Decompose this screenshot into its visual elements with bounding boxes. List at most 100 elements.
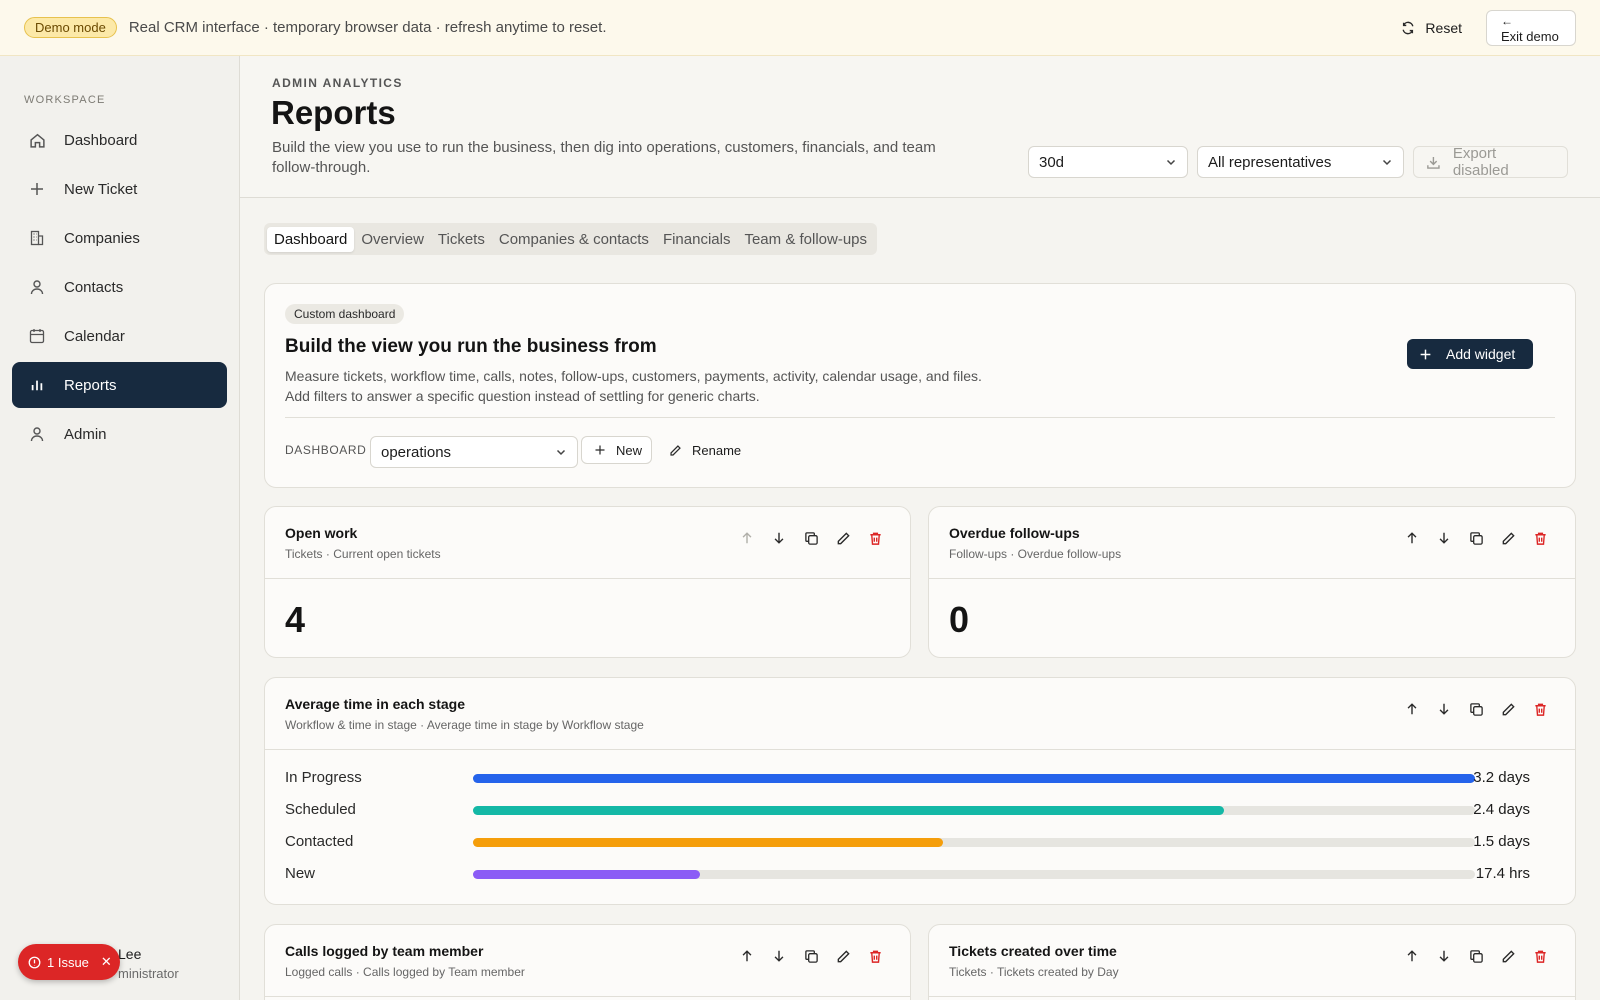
sidebar-item-contacts[interactable]: Contacts — [12, 264, 227, 310]
pencil-icon[interactable] — [834, 529, 852, 547]
bar-label: New — [285, 865, 316, 882]
trash-icon[interactable] — [1531, 700, 1549, 718]
representative-value: All representatives — [1208, 153, 1332, 171]
bar-row: In Progress 3.2 days — [285, 768, 1530, 788]
description-line: Add filters to answer a specific questio… — [285, 388, 760, 404]
arrow-down-icon[interactable] — [770, 947, 788, 965]
custom-dashboard-card: Custom dashboard Build the view you run … — [264, 283, 1576, 488]
trash-icon[interactable] — [1531, 529, 1549, 547]
bar-chart-icon — [28, 376, 46, 394]
tab-financials[interactable]: Financials — [656, 227, 738, 252]
arrow-up-icon[interactable] — [1403, 947, 1421, 965]
widget-subtitle: Workflow & time in stage · Average time … — [285, 718, 644, 732]
arrow-up-icon[interactable] — [738, 947, 756, 965]
widget-average-time-in-stage: Average time in each stage Workflow & ti… — [264, 677, 1576, 905]
tab-dashboard[interactable]: Dashboard — [267, 226, 355, 252]
alert-circle-icon — [28, 956, 41, 968]
divider — [285, 417, 1555, 418]
sidebar-item-dashboard[interactable]: Dashboard — [12, 117, 227, 163]
trash-icon[interactable] — [866, 529, 884, 547]
sidebar-item-reports[interactable]: Reports — [12, 362, 227, 408]
open-work-value: 4 — [285, 599, 306, 640]
copy-icon[interactable] — [802, 529, 820, 547]
arrow-down-icon[interactable] — [1435, 700, 1453, 718]
exit-demo-button[interactable]: ← Exit demo — [1486, 9, 1576, 46]
plus-icon — [595, 445, 605, 455]
widget-divider — [265, 749, 1575, 750]
tab-tickets[interactable]: Tickets — [431, 227, 492, 252]
sidebar-item-label: New Ticket — [64, 180, 138, 198]
tab-overview[interactable]: Overview — [354, 227, 431, 252]
bar-row: New 17.4 hrs — [285, 864, 1530, 884]
widget-actions — [1403, 700, 1549, 718]
arrow-up-icon[interactable] — [1403, 700, 1421, 718]
bar-fill — [473, 870, 700, 879]
dashboard-select[interactable]: operations — [370, 436, 578, 468]
arrow-down-icon[interactable] — [770, 529, 788, 547]
plus-icon — [28, 180, 46, 198]
dashboard-select-value: operations — [381, 443, 452, 461]
bar-label: Scheduled — [285, 801, 356, 818]
close-icon[interactable]: ✕ — [101, 954, 112, 970]
trash-icon[interactable] — [1531, 947, 1549, 965]
export-button[interactable]: Export disabled — [1413, 145, 1568, 179]
user-role: ministrator — [118, 966, 179, 981]
trash-icon[interactable] — [866, 947, 884, 965]
chevron-down-icon — [1382, 159, 1392, 166]
bar-value: 17.4 hrs — [1475, 865, 1530, 882]
sidebar-item-label: Calendar — [64, 327, 125, 345]
copy-icon[interactable] — [1467, 700, 1485, 718]
pencil-icon[interactable] — [1499, 529, 1517, 547]
sidebar-heading: WORKSPACE — [24, 94, 106, 106]
widget-title: Tickets created over time — [949, 943, 1117, 959]
reset-label: Reset — [1425, 19, 1462, 36]
new-dashboard-button[interactable]: New — [581, 436, 652, 464]
copy-icon[interactable] — [1467, 947, 1485, 965]
sidebar-item-new-ticket[interactable]: New Ticket — [12, 166, 227, 212]
bar-fill — [473, 806, 1224, 815]
page-header: ADMIN ANALYTICS Reports Build the view y… — [240, 56, 1600, 198]
arrow-up-icon[interactable] — [738, 529, 756, 547]
bar-track — [473, 806, 1475, 815]
person-icon — [28, 425, 46, 443]
sidebar-item-label: Admin — [64, 425, 107, 443]
page-eyebrow: ADMIN ANALYTICS — [272, 76, 403, 90]
tab-team-follow-ups[interactable]: Team & follow-ups — [737, 227, 874, 252]
widget-subtitle: Tickets · Tickets created by Day — [949, 965, 1119, 979]
pencil-icon[interactable] — [1499, 700, 1517, 718]
export-label: Export disabled — [1452, 145, 1509, 179]
rename-dashboard-label: Rename — [692, 442, 742, 458]
building-icon — [28, 229, 46, 247]
pencil-icon[interactable] — [1499, 947, 1517, 965]
copy-icon[interactable] — [802, 947, 820, 965]
pencil-icon[interactable] — [834, 947, 852, 965]
reset-button[interactable]: Reset — [1391, 14, 1472, 42]
exit-demo-label: Exit demo — [1501, 28, 1559, 44]
bar-row: Contacted 1.5 days — [285, 832, 1530, 852]
widget-divider — [929, 578, 1575, 579]
copy-icon[interactable] — [1467, 529, 1485, 547]
arrow-down-icon[interactable] — [1435, 529, 1453, 547]
sidebar-item-label: Reports — [64, 376, 117, 394]
widget-subtitle: Logged calls · Calls logged by Team memb… — [285, 965, 525, 979]
arrow-down-icon[interactable] — [1435, 947, 1453, 965]
tab-companies-contacts[interactable]: Companies & contacts — [492, 227, 656, 252]
widget-title: Calls logged by team member — [285, 943, 484, 959]
sidebar: WORKSPACE Dashboard New Ticket Companies… — [0, 56, 240, 1000]
bar-track — [473, 774, 1475, 783]
bar-label: Contacted — [285, 833, 354, 850]
sidebar-item-calendar[interactable]: Calendar — [12, 313, 227, 359]
add-widget-button[interactable]: Add widget — [1407, 339, 1533, 369]
chevron-down-icon — [556, 449, 566, 456]
bar-fill — [473, 774, 1475, 783]
bar-track — [473, 838, 1475, 847]
arrow-up-icon[interactable] — [1403, 529, 1421, 547]
widget-divider — [265, 996, 910, 997]
date-range-select[interactable]: 30d — [1028, 146, 1188, 178]
rename-dashboard-button[interactable]: Rename — [669, 436, 741, 464]
sidebar-item-admin[interactable]: Admin — [12, 411, 227, 457]
plus-icon — [1420, 349, 1431, 359]
issues-button[interactable]: 1 Issue ✕ — [18, 944, 120, 980]
representative-select[interactable]: All representatives — [1197, 146, 1404, 178]
sidebar-item-companies[interactable]: Companies — [12, 215, 227, 261]
